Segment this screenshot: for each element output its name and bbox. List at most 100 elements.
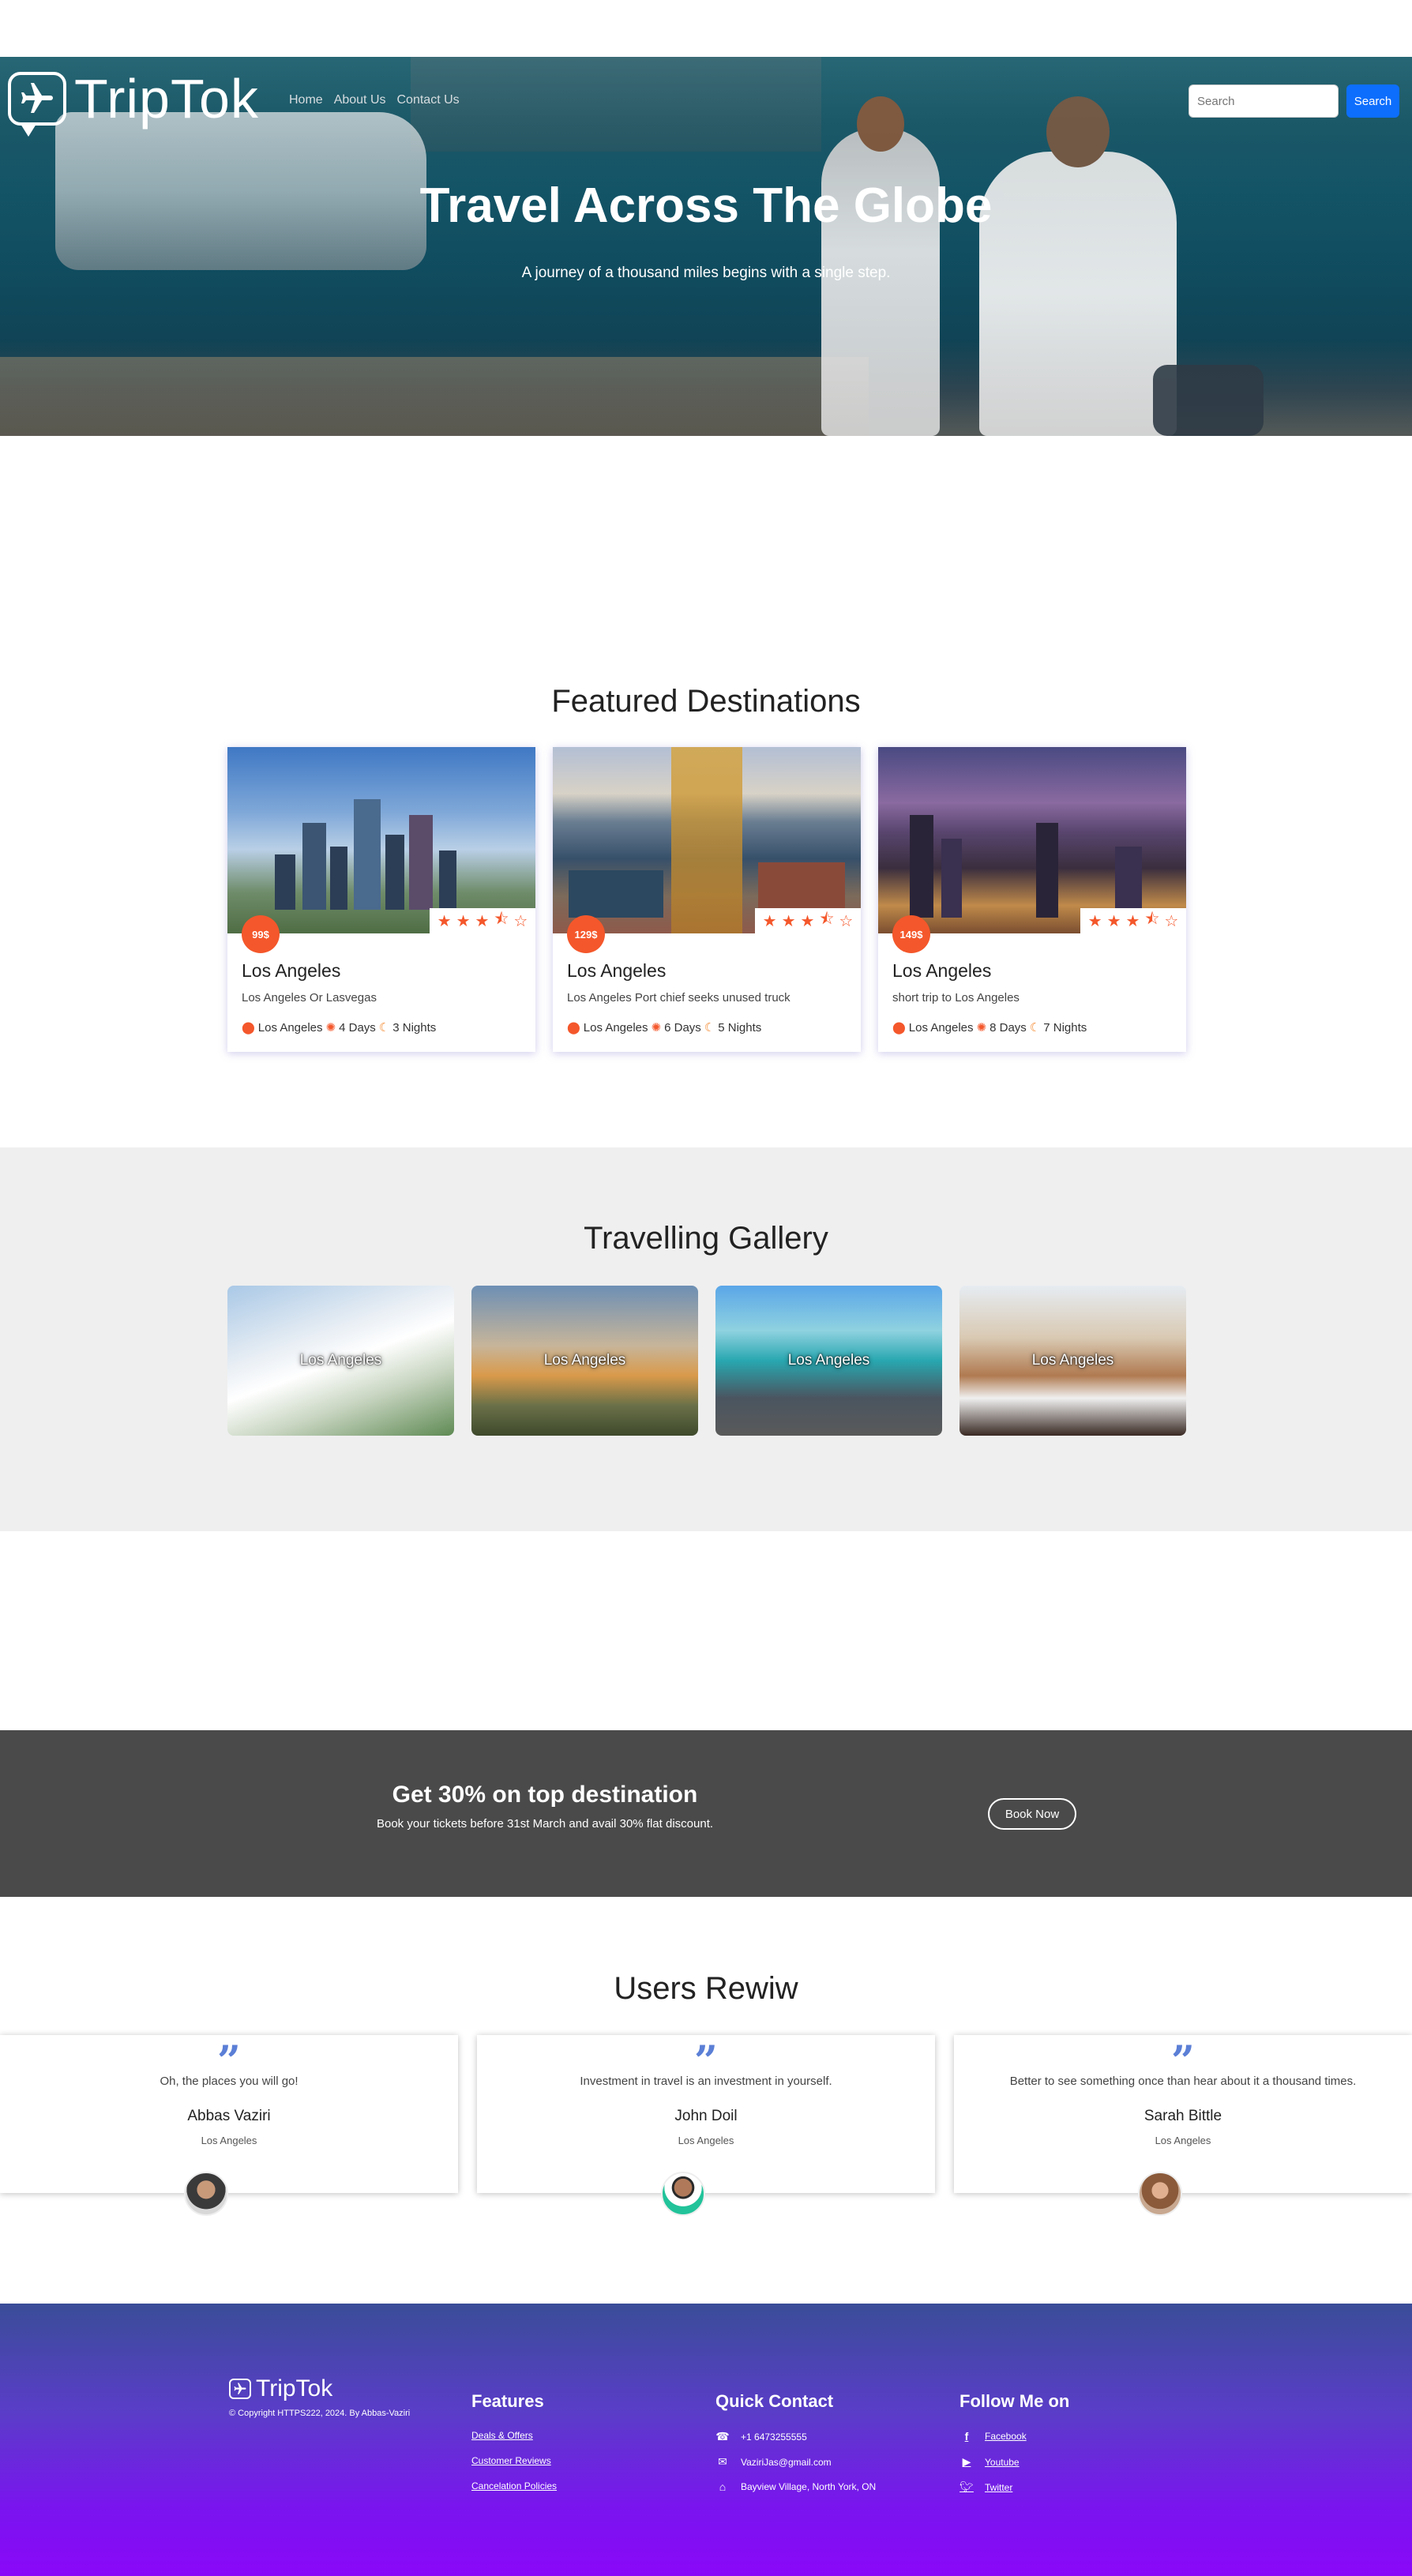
social-youtube[interactable]: ▶ Youtube (959, 2455, 1020, 2469)
facebook-icon: f (964, 2430, 969, 2443)
gallery-item[interactable]: Los Angeles (227, 1286, 454, 1436)
star-half-icon: ⯪ (819, 911, 835, 928)
map-pin-icon: ⬤ (567, 1021, 580, 1035)
footer-logo-text: TripTok (256, 2375, 333, 2401)
phone-icon: ☎ (715, 2430, 730, 2443)
destination-image (227, 747, 535, 933)
youtube-icon: ▶ (962, 2455, 971, 2468)
destination-name: Los Angeles (892, 960, 992, 981)
moon-icon: ☾ (1029, 1021, 1041, 1035)
destination-name: Los Angeles (567, 960, 667, 981)
price-badge: 149$ (892, 915, 930, 953)
star-rating: ★ ★ ★ ⯪ ☆ (755, 908, 861, 933)
search-input[interactable] (1189, 84, 1339, 118)
destination-description: Los Angeles Port chief seeks unused truc… (567, 991, 790, 1004)
star-icon: ★ (800, 912, 815, 930)
reviewer-name: Abbas Vaziri (187, 2108, 271, 2124)
hero-background-boat (411, 57, 821, 152)
promo-title: Get 30% on top destination (392, 1782, 698, 1808)
gallery-item[interactable]: Los Angeles (959, 1286, 1186, 1436)
star-rating: ★ ★ ★ ⯪ ☆ (430, 908, 535, 933)
hero-background-pier (0, 357, 869, 436)
contact-phone[interactable]: ☎ +1 6473255555 (715, 2430, 807, 2443)
hero-background-person (821, 96, 940, 436)
site-logo[interactable]: TripTok (8, 68, 259, 137)
social-twitter[interactable]: 🐦︎ Twitter (959, 2480, 1012, 2494)
destination-card[interactable]: ★ ★ ★ ⯪ ☆ 149$ Los Angeles short trip to Los… (878, 747, 1186, 1052)
twitter-icon: 🐦︎ (959, 2480, 974, 2493)
destination-card[interactable]: ★ ★ ★ ⯪ ☆ 99$ Los Angeles Los Angeles Or Las… (227, 747, 535, 1052)
gallery-item[interactable]: Los Angeles (715, 1286, 942, 1436)
footer-link-reviews[interactable]: Customer Reviews (471, 2455, 551, 2466)
hero-subtitle: A journey of a thousand miles begins wit… (521, 265, 891, 281)
destination-description: short trip to Los Angeles (892, 991, 1020, 1004)
avatar (1138, 2172, 1182, 2216)
envelope-icon: ✉ (718, 2455, 727, 2468)
copyright: © Copyright HTTPS222, 2024. By Abbas-Vaz… (229, 2409, 411, 2418)
footer-features-title: Features (471, 2391, 544, 2411)
avatar (661, 2172, 705, 2216)
nav-contact-us[interactable]: Contact Us (397, 93, 460, 107)
promo-banner (0, 1730, 1412, 1897)
destination-image (553, 747, 861, 933)
sun-icon: ✺ (651, 1021, 662, 1035)
contact-email[interactable]: ✉ VaziriJas@gmail.com (715, 2455, 832, 2469)
reviewer-location: Los Angeles (1155, 2135, 1211, 2146)
hero-title: Travel Across The Globe (419, 178, 993, 233)
map-pin-icon: ⬤ (892, 1021, 906, 1035)
review-card: ” Oh, the places you will go! Abbas Vazi… (0, 2035, 458, 2193)
featured-title: Featured Destinations (551, 684, 861, 719)
hero-background-luggage (1153, 365, 1264, 436)
footer-contact-title: Quick Contact (715, 2391, 834, 2411)
star-icon: ★ (1125, 912, 1140, 930)
footer-logo[interactable]: TripTok (229, 2375, 332, 2402)
star-half-icon: ⯪ (1144, 911, 1160, 928)
review-text: Investment in travel is an investment in… (580, 2075, 832, 2088)
star-icon: ★ (437, 912, 452, 930)
star-icon: ★ (456, 912, 471, 930)
map-pin-icon: ⬤ (242, 1021, 255, 1035)
footer-social-title: Follow Me on (959, 2391, 1070, 2411)
destination-name: Los Angeles (242, 960, 341, 981)
avatar (184, 2172, 228, 2216)
price-badge: 129$ (567, 915, 605, 953)
main-nav: Home About Us Contact Us (289, 93, 460, 107)
star-icon: ★ (762, 912, 777, 930)
gallery-item[interactable]: Los Angeles (471, 1286, 698, 1436)
reviewer-name: Sarah Bittle (1143, 2108, 1222, 2124)
footer (0, 2304, 1412, 2576)
destination-card[interactable]: ★ ★ ★ ⯪ ☆ 129$ Los Angeles Los Angeles Port … (553, 747, 861, 1052)
plane-icon (229, 2379, 251, 2399)
reviewer-location: Los Angeles (201, 2135, 257, 2146)
logo-text: TripTok (74, 68, 259, 130)
home-icon: ⌂ (719, 2480, 727, 2493)
plane-icon (8, 72, 66, 137)
search-button[interactable]: Search (1346, 84, 1399, 118)
book-now-button[interactable]: Book Now (988, 1798, 1076, 1830)
price-badge: 99$ (242, 915, 280, 953)
contact-address: ⌂ Bayview Village, North York, ON (715, 2480, 876, 2493)
gallery-title: Travelling Gallery (584, 1221, 828, 1256)
review-card: ” Better to see something once than hear… (954, 2035, 1412, 2193)
review-text: Oh, the places you will go! (160, 2075, 299, 2088)
nav-home[interactable]: Home (289, 93, 323, 107)
nav-about-us[interactable]: About Us (334, 93, 386, 107)
social-facebook[interactable]: f Facebook (959, 2430, 1027, 2443)
moon-icon: ☾ (378, 1021, 390, 1035)
star-empty-icon: ☆ (839, 912, 854, 930)
star-rating: ★ ★ ★ ⯪ ☆ (1080, 908, 1186, 933)
gallery-section (0, 1147, 1412, 1531)
reviewer-name: John Doil (674, 2108, 738, 2124)
reviews-title: Users Rewiw (614, 1971, 798, 2006)
destination-description: Los Angeles Or Lasvegas (242, 991, 377, 1004)
star-empty-icon: ☆ (1164, 912, 1179, 930)
sun-icon: ✺ (976, 1021, 987, 1035)
footer-link-cancelation[interactable]: Cancelation Policies (471, 2480, 557, 2492)
trip-meta: ⬤ Los Angeles ✺ 8 Days ☾ 7 Nights (892, 1020, 1087, 1035)
moon-icon: ☾ (704, 1021, 715, 1035)
search-form: Search (1189, 84, 1399, 118)
star-half-icon: ⯪ (494, 911, 509, 928)
star-icon: ★ (475, 912, 490, 930)
reviewer-location: Los Angeles (678, 2135, 734, 2146)
footer-link-deals[interactable]: Deals & Offers (471, 2430, 533, 2441)
